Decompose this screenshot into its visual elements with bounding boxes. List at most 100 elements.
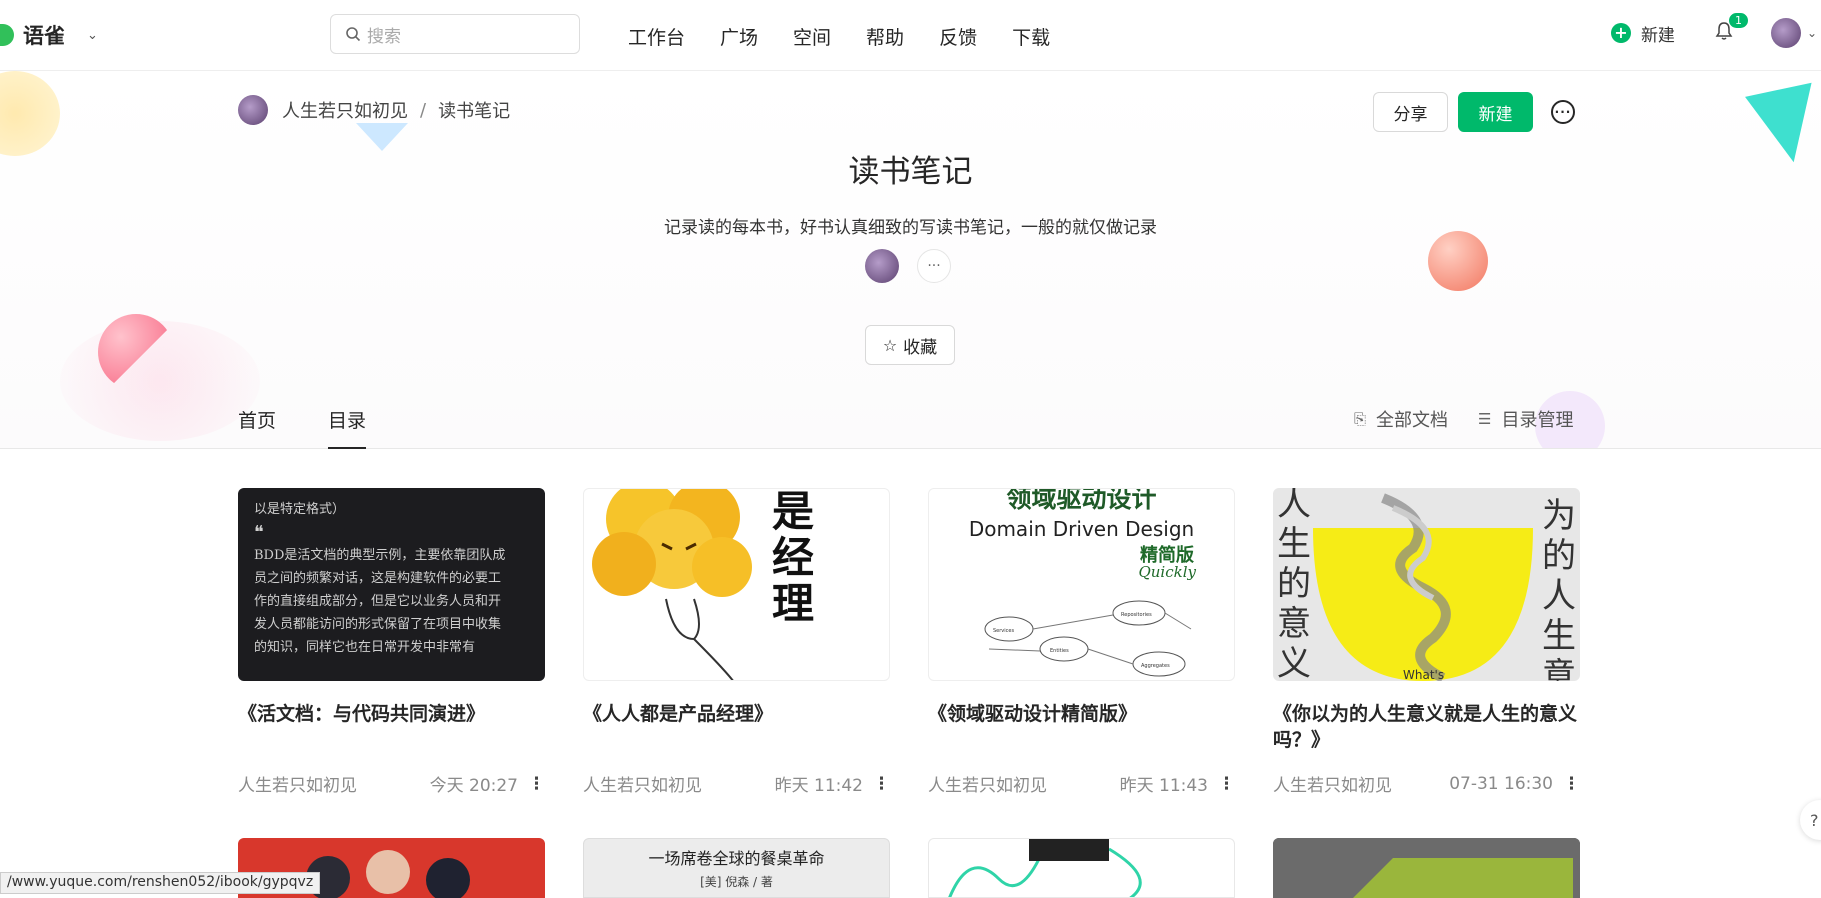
more-vertical-icon[interactable]: ⋮ bbox=[528, 774, 545, 794]
more-vertical-icon[interactable]: ⋮ bbox=[1563, 774, 1580, 794]
search-placeholder: 搜索 bbox=[367, 26, 401, 47]
card-title[interactable]: 《活文档：与代码共同演进》 bbox=[238, 701, 545, 727]
header-actions: 分享 新建 ··· bbox=[1373, 92, 1575, 132]
cover-vertical-text: 为的人生意 bbox=[1542, 496, 1576, 681]
book-members: ··· bbox=[865, 249, 951, 283]
all-docs-label: 全部文档 bbox=[1376, 410, 1449, 431]
book-cover[interactable]: 人生的意义 为的人生意 What's bbox=[1273, 488, 1580, 681]
cover-illustration bbox=[1273, 838, 1580, 898]
card-author[interactable]: 人生若只如初见 bbox=[1273, 771, 1392, 796]
card-time: 昨天 11:42 bbox=[774, 776, 863, 796]
card-time: 今天 20:27 bbox=[429, 776, 518, 796]
cover-line: BDD是活文档的典型示例，主要依靠团队成 bbox=[254, 548, 506, 563]
new-button[interactable]: 新建 bbox=[1458, 92, 1533, 132]
cover-line: 作的直接组成部分，但是它以业务人员和开 bbox=[254, 594, 502, 609]
book-cover[interactable]: 是 经 理 bbox=[583, 488, 890, 681]
more-options-icon[interactable]: ··· bbox=[1551, 100, 1575, 124]
tab-catalog[interactable]: 目录 bbox=[328, 406, 367, 449]
cover-illustration bbox=[1313, 493, 1533, 681]
cover-small-text: What's bbox=[1403, 668, 1445, 681]
cover-char: 理 bbox=[772, 579, 815, 628]
favorite-button[interactable]: ☆ 收藏 bbox=[865, 325, 955, 365]
card-meta: 人生若只如初见 昨天 11:43 ⋮ bbox=[928, 771, 1235, 797]
yuque-logo-icon bbox=[0, 24, 14, 46]
new-top-button[interactable]: + 新建 bbox=[1610, 21, 1675, 46]
cover-diagram-label: Repositories bbox=[1121, 612, 1152, 618]
list-icon: ☰ bbox=[1478, 410, 1492, 428]
nav-square[interactable]: 广场 bbox=[720, 23, 758, 50]
cover-title-en: Domain Driven Design bbox=[968, 517, 1195, 541]
plus-circle-icon: + bbox=[1610, 23, 1631, 43]
catalog-manage-button[interactable]: ☰ 目录管理 bbox=[1478, 406, 1573, 432]
breadcrumb-book[interactable]: 读书笔记 bbox=[438, 97, 510, 123]
cover-title-cn: 领域驱动设计 bbox=[1006, 488, 1157, 513]
nav-space[interactable]: 空间 bbox=[793, 23, 831, 50]
breadcrumb-owner[interactable]: 人生若只如初见 bbox=[282, 97, 408, 123]
cover-line: 员之间的频繁对话，这是构建软件的必要工 bbox=[254, 571, 502, 586]
cover-diagram-label: Aggregates bbox=[1141, 663, 1170, 669]
catalog-manage-label: 目录管理 bbox=[1501, 410, 1574, 431]
card-title[interactable]: 《人人都是产品经理》 bbox=[583, 701, 890, 727]
cover-vertical-text: 人生的意义 bbox=[1277, 488, 1311, 681]
new-top-label: 新建 bbox=[1640, 25, 1675, 46]
more-vertical-icon[interactable]: ⋮ bbox=[873, 774, 890, 794]
notification-badge: 1 bbox=[1728, 13, 1748, 28]
book-title: 读书笔记 bbox=[848, 154, 973, 190]
cover-char: 经 bbox=[772, 533, 815, 582]
chevron-down-icon[interactable]: ⌄ bbox=[1807, 26, 1817, 40]
book-card[interactable]: 是 经 理 《人人都是产品经理》 人生若只如初见 昨天 11:42 ⋮ bbox=[583, 488, 890, 796]
search-icon bbox=[346, 27, 361, 42]
cover-author: [美] 倪森 / 著 bbox=[700, 875, 773, 889]
card-meta: 人生若只如初见 07-31 16:30 ⋮ bbox=[1273, 771, 1580, 797]
app-logo[interactable]: 语雀 ⌄ bbox=[0, 20, 98, 50]
cover-diagram-label: Services bbox=[993, 628, 1014, 634]
nav-download[interactable]: 下载 bbox=[1012, 23, 1050, 50]
book-cover[interactable] bbox=[928, 838, 1235, 898]
book-description: 记录读的每本书，好书认真细致的写读书笔记，一般的就仅做记录 bbox=[664, 218, 1157, 238]
cover-diagram-label: Entities bbox=[1050, 648, 1069, 654]
app-name: 语雀 bbox=[23, 24, 65, 48]
card-author[interactable]: 人生若只如初见 bbox=[238, 771, 357, 796]
breadcrumb: 人生若只如初见 / 读书笔记 bbox=[238, 95, 510, 125]
card-author[interactable]: 人生若只如初见 bbox=[928, 771, 1047, 796]
chevron-down-icon[interactable]: ⌄ bbox=[87, 28, 98, 43]
share-button[interactable]: 分享 bbox=[1373, 92, 1448, 132]
cover-illustration bbox=[592, 489, 752, 680]
book-card[interactable]: 领域驱动设计 Domain Driven Design 精简版 Quickly … bbox=[928, 488, 1235, 796]
user-avatar[interactable] bbox=[1770, 18, 1801, 48]
owner-avatar[interactable] bbox=[238, 95, 268, 125]
favorite-label: 收藏 bbox=[903, 337, 938, 358]
star-icon: ☆ bbox=[882, 335, 898, 355]
book-cover[interactable]: 一场席卷全球的餐桌革命 [美] 倪森 / 著 bbox=[583, 838, 890, 898]
book-cover[interactable] bbox=[1273, 838, 1580, 898]
book-cover[interactable]: 以是特定格式） ❝ BDD是活文档的典型示例，主要依靠团队成 员之间的频繁对话，… bbox=[238, 488, 545, 681]
all-docs-button[interactable]: ⎘ 全部文档 bbox=[1354, 406, 1448, 432]
book-card[interactable]: 以是特定格式） ❝ BDD是活文档的典型示例，主要依靠团队成 员之间的频繁对话，… bbox=[238, 488, 545, 796]
nav-help[interactable]: 帮助 bbox=[866, 23, 904, 50]
help-button[interactable]: ? bbox=[1800, 800, 1821, 840]
tab-right-actions: ⎘ 全部文档 ☰ 目录管理 bbox=[1354, 406, 1603, 432]
top-right-area: + 新建 1 ⌄ bbox=[1610, 13, 1821, 48]
more-vertical-icon[interactable]: ⋮ bbox=[1218, 774, 1235, 794]
main-nav: 工作台 广场 空间 帮助 反馈 下载 bbox=[628, 23, 1085, 50]
status-url: /www.yuque.com/renshen052/ibook/gypqvz bbox=[0, 872, 321, 894]
cover-quote-mark: ❝ bbox=[254, 522, 264, 543]
member-avatar[interactable] bbox=[865, 249, 899, 283]
members-more-button[interactable]: ··· bbox=[917, 249, 951, 283]
nav-workbench[interactable]: 工作台 bbox=[628, 23, 685, 50]
search-input[interactable]: 搜索 bbox=[330, 14, 580, 54]
cover-line: 发人员都能访问的形式保留了在项目中收集 bbox=[254, 617, 502, 632]
cover-title: 一场席卷全球的餐桌革命 bbox=[648, 849, 825, 868]
book-card[interactable]: 人生的意义 为的人生意 What's 《你以为的人生意义就是人生的意义吗？》 人… bbox=[1273, 488, 1580, 796]
book-cover[interactable]: 领域驱动设计 Domain Driven Design 精简版 Quickly … bbox=[928, 488, 1235, 681]
card-title[interactable]: 《领域驱动设计精简版》 bbox=[928, 701, 1235, 727]
tab-home[interactable]: 首页 bbox=[238, 406, 276, 449]
breadcrumb-separator: / bbox=[420, 99, 427, 121]
card-time: 07-31 16:30 bbox=[1449, 773, 1553, 794]
card-author[interactable]: 人生若只如初见 bbox=[583, 771, 702, 796]
notification-button[interactable]: 1 bbox=[1715, 13, 1748, 45]
card-title[interactable]: 《你以为的人生意义就是人生的意义吗？》 bbox=[1273, 701, 1580, 753]
nav-feedback[interactable]: 反馈 bbox=[939, 23, 977, 50]
card-time: 昨天 11:43 bbox=[1119, 776, 1208, 796]
cover-char: 是 bbox=[772, 488, 815, 536]
